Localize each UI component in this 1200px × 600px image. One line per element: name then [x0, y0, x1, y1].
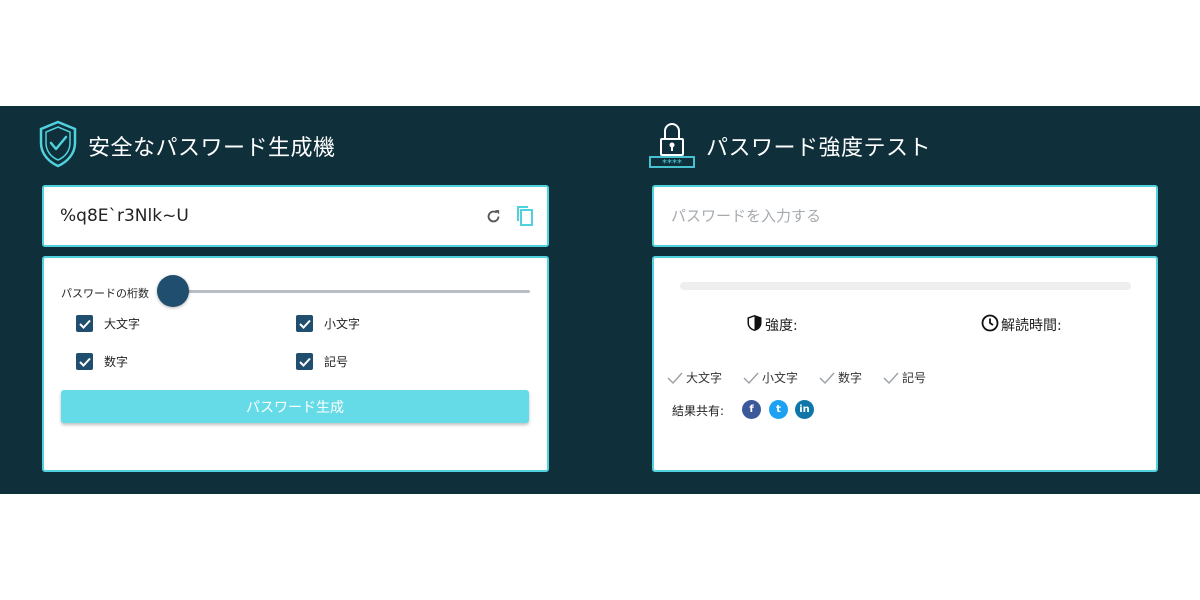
generator-title: 安全なパスワード生成機: [88, 136, 336, 161]
checkmark-icon: [78, 319, 91, 329]
criteria-numbers: 数字: [819, 369, 862, 386]
generated-password[interactable]: %q8E`r3Nlk~U: [60, 206, 189, 226]
facebook-icon[interactable]: f: [742, 400, 761, 419]
checkmark-icon: [883, 372, 899, 384]
strength-meter: [680, 282, 1131, 290]
checkbox-symbols[interactable]: [296, 353, 313, 370]
shield-check-icon: [38, 120, 78, 172]
password-actions: [483, 205, 535, 227]
password-input-card: [652, 185, 1158, 247]
checkmark-icon: [743, 372, 759, 384]
checkbox-numbers[interactable]: [76, 353, 93, 370]
option-label: 記号: [324, 355, 349, 369]
strength-stat: 強度:: [746, 314, 798, 336]
option-label: 小文字: [324, 317, 361, 331]
lock-password-icon: ****: [648, 119, 696, 173]
generator-header: 安全なパスワード生成機: [38, 116, 336, 176]
criteria-label: 小文字: [762, 371, 799, 385]
tester-header: **** パスワード強度テスト: [648, 116, 931, 176]
checkmark-icon: [298, 319, 311, 329]
checkmark-icon: [298, 357, 311, 367]
share-label: 結果共有:: [672, 404, 725, 418]
linkedin-icon[interactable]: in: [795, 400, 814, 419]
generated-password-card: %q8E`r3Nlk~U: [42, 185, 549, 247]
criteria-symbols: 記号: [883, 369, 926, 386]
checkmark-icon: [819, 372, 835, 384]
copy-icon[interactable]: [515, 205, 535, 227]
refresh-icon[interactable]: [483, 205, 503, 227]
option-label: 数字: [104, 355, 129, 369]
generator-options-card: パスワードの桁数 大文字 小文字 数字 記号 パスワード生成: [42, 256, 549, 472]
crack-time-label: 解読時間:: [1001, 318, 1062, 334]
criteria-label: 記号: [902, 371, 927, 385]
criteria-label: 大文字: [686, 371, 723, 385]
length-slider-handle[interactable]: [157, 275, 189, 307]
generate-password-button[interactable]: パスワード生成: [61, 390, 529, 423]
checkbox-lowercase[interactable]: [296, 315, 313, 332]
length-label: パスワードの桁数: [61, 287, 149, 300]
checkmark-icon: [667, 372, 683, 384]
option-symbols[interactable]: 記号: [296, 353, 348, 370]
shield-icon: [746, 314, 763, 336]
clock-icon: [981, 314, 999, 336]
criteria-uppercase: 大文字: [667, 369, 722, 386]
strength-result-card: 強度: 解読時間: 大文字 小文字 数字 記号 結果共有: f t in: [652, 256, 1158, 472]
option-uppercase[interactable]: 大文字: [76, 315, 140, 332]
option-label: 大文字: [104, 317, 141, 331]
criteria-lowercase: 小文字: [743, 369, 798, 386]
password-test-input[interactable]: [656, 189, 1154, 243]
crack-time-stat: 解読時間:: [981, 314, 1062, 336]
length-slider-track[interactable]: [172, 290, 530, 293]
svg-text:****: ****: [662, 158, 682, 169]
checkbox-uppercase[interactable]: [76, 315, 93, 332]
criteria-label: 数字: [838, 371, 863, 385]
twitter-icon[interactable]: t: [769, 400, 788, 419]
checkmark-icon: [78, 357, 91, 367]
option-numbers[interactable]: 数字: [76, 353, 128, 370]
option-lowercase[interactable]: 小文字: [296, 315, 360, 332]
main-band: 安全なパスワード生成機 %q8E`r3Nlk~U パスワードの桁数 大文字 小文…: [0, 106, 1200, 494]
strength-label: 強度:: [765, 318, 798, 334]
tester-title: パスワード強度テスト: [706, 136, 932, 161]
